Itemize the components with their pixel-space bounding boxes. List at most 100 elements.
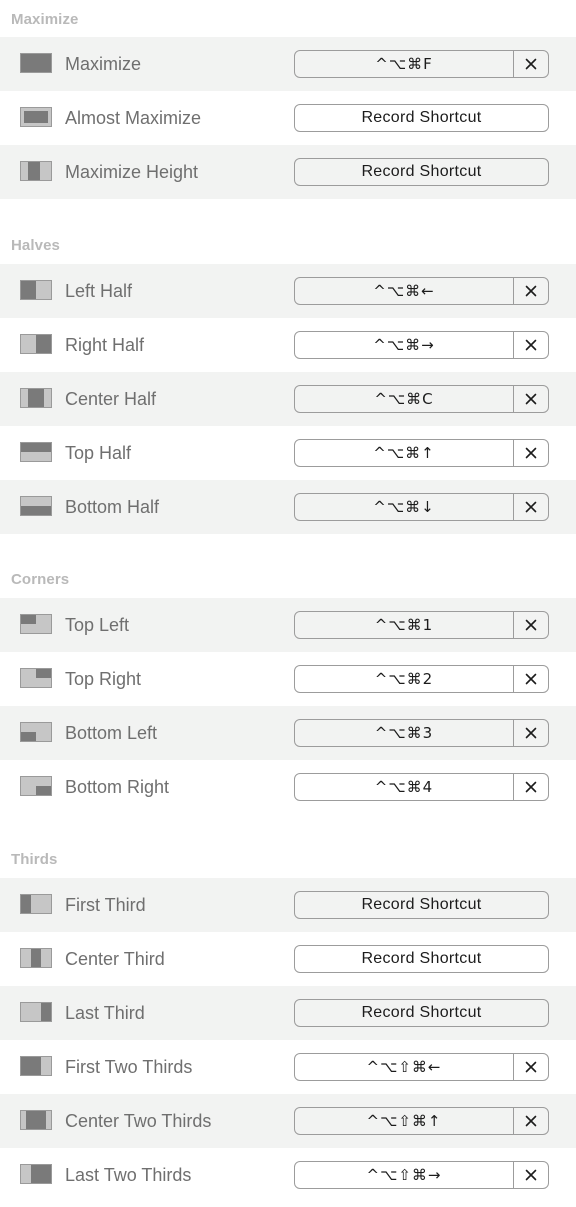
shortcut-value: ^⌥⌘4: [374, 778, 434, 796]
shortcut-value: ^⌥⌘1: [374, 616, 434, 634]
center-third-icon: [20, 948, 52, 970]
row-maximize: Maximize ^⌥⌘F: [0, 37, 576, 91]
shortcut-value: Record Shortcut: [361, 163, 482, 180]
close-icon[interactable]: [513, 1162, 548, 1188]
bottom-right-icon: [20, 776, 52, 798]
row-center-third: Center Third Record Shortcut: [0, 932, 576, 986]
row-center-half: Center Half ^⌥⌘C: [0, 372, 576, 426]
bottom-left-icon: [20, 722, 52, 744]
shortcut-value: ^⌥⇧⌘←: [366, 1058, 442, 1076]
row-first-two-thirds: First Two Thirds ^⌥⇧⌘←: [0, 1040, 576, 1094]
shortcut-value: Record Shortcut: [361, 109, 482, 126]
shortcut-recorder[interactable]: Record Shortcut: [294, 891, 549, 919]
row-label: Center Third: [65, 949, 165, 969]
shortcut-preferences-list: Maximize Maximize ^⌥⌘F Almost Maximize Rec…: [0, 0, 576, 1207]
row-label: Maximize Height: [65, 162, 199, 182]
right-half-icon: [20, 334, 52, 356]
close-icon[interactable]: [513, 440, 548, 466]
last-third-icon: [20, 1002, 52, 1024]
shortcut-recorder[interactable]: ^⌥⌘1: [294, 611, 549, 639]
row-top-left: Top Left ^⌥⌘1: [0, 598, 576, 652]
row-center-two-thirds: Center Two Thirds ^⌥⇧⌘↑: [0, 1094, 576, 1148]
close-icon[interactable]: [513, 720, 548, 746]
bottom-half-icon: [20, 496, 52, 518]
shortcut-recorder[interactable]: ^⌥⌘4: [294, 773, 549, 801]
row-right-half: Right Half ^⌥⌘→: [0, 318, 576, 372]
shortcut-value: ^⌥⇧⌘→: [366, 1166, 442, 1184]
row-label: First Third: [65, 895, 146, 915]
row-almost-maximize: Almost Maximize Record Shortcut: [0, 91, 576, 145]
row-last-third: Last Third Record Shortcut: [0, 986, 576, 1040]
shortcut-recorder[interactable]: Record Shortcut: [294, 945, 549, 973]
close-icon[interactable]: [513, 612, 548, 638]
row-first-third: First Third Record Shortcut: [0, 878, 576, 932]
shortcut-value: ^⌥⌘→: [373, 336, 435, 354]
section-header-maximize: Maximize: [11, 11, 79, 28]
row-label: Bottom Half: [65, 497, 160, 517]
top-half-icon: [20, 442, 52, 464]
close-icon[interactable]: [513, 51, 548, 77]
row-label: Center Half: [65, 389, 157, 409]
row-label: Maximize: [65, 54, 142, 74]
row-label: Top Right: [65, 669, 142, 689]
row-label: Center Two Thirds: [65, 1111, 212, 1131]
last-two-thirds-icon: [20, 1164, 52, 1186]
shortcut-recorder[interactable]: Record Shortcut: [294, 158, 549, 186]
shortcut-value: ^⌥⌘←: [373, 282, 435, 300]
row-label: Top Half: [65, 443, 132, 463]
maximize-icon: [20, 53, 52, 75]
close-icon[interactable]: [513, 774, 548, 800]
row-bottom-left: Bottom Left ^⌥⌘3: [0, 706, 576, 760]
shortcut-recorder[interactable]: ^⌥⌘→: [294, 331, 549, 359]
row-label: Last Two Thirds: [65, 1165, 192, 1185]
close-icon[interactable]: [513, 1054, 548, 1080]
shortcut-recorder[interactable]: ^⌥⌘←: [294, 277, 549, 305]
row-label: Almost Maximize: [65, 108, 202, 128]
row-top-half: Top Half ^⌥⌘↑: [0, 426, 576, 480]
almost-maximize-icon: [20, 107, 52, 129]
shortcut-recorder[interactable]: ^⌥⌘↑: [294, 439, 549, 467]
top-right-icon: [20, 668, 52, 690]
shortcut-recorder[interactable]: Record Shortcut: [294, 999, 549, 1027]
row-top-right: Top Right ^⌥⌘2: [0, 652, 576, 706]
shortcut-recorder[interactable]: ^⌥⇧⌘←: [294, 1053, 549, 1081]
shortcut-value: ^⌥⌘↓: [373, 498, 435, 516]
shortcut-value: Record Shortcut: [361, 950, 482, 967]
close-icon[interactable]: [513, 386, 548, 412]
shortcut-value: ^⌥⌘2: [374, 670, 434, 688]
row-label: Top Left: [65, 615, 130, 635]
close-icon[interactable]: [513, 278, 548, 304]
shortcut-value: ^⌥⌘↑: [373, 444, 435, 462]
first-two-thirds-icon: [20, 1056, 52, 1078]
close-icon[interactable]: [513, 494, 548, 520]
shortcut-value: Record Shortcut: [361, 896, 482, 913]
shortcut-recorder[interactable]: ^⌥⌘2: [294, 665, 549, 693]
row-maximize-height: Maximize Height Record Shortcut: [0, 145, 576, 199]
section-header-halves: Halves: [11, 237, 60, 254]
shortcut-recorder[interactable]: ^⌥⌘3: [294, 719, 549, 747]
row-bottom-right: Bottom Right ^⌥⌘4: [0, 760, 576, 814]
shortcut-value: ^⌥⇧⌘↑: [366, 1112, 442, 1130]
shortcut-recorder[interactable]: ^⌥⌘F: [294, 50, 549, 78]
row-label: Right Half: [65, 335, 145, 355]
maximize-height-icon: [20, 161, 52, 183]
shortcut-recorder[interactable]: ^⌥⌘C: [294, 385, 549, 413]
shortcut-value: ^⌥⌘F: [375, 55, 433, 73]
row-label: Left Half: [65, 281, 133, 301]
top-left-icon: [20, 614, 52, 636]
shortcut-recorder[interactable]: Record Shortcut: [294, 104, 549, 132]
center-half-icon: [20, 388, 52, 410]
close-icon[interactable]: [513, 332, 548, 358]
shortcut-recorder[interactable]: ^⌥⌘↓: [294, 493, 549, 521]
row-last-two-thirds: Last Two Thirds ^⌥⇧⌘→: [0, 1148, 576, 1202]
close-icon[interactable]: [513, 666, 548, 692]
row-bottom-half: Bottom Half ^⌥⌘↓: [0, 480, 576, 534]
row-label: Bottom Right: [65, 777, 170, 797]
row-label: Bottom Left: [65, 723, 158, 743]
section-header-thirds: Thirds: [11, 851, 58, 868]
shortcut-recorder[interactable]: ^⌥⇧⌘↑: [294, 1107, 549, 1135]
close-icon[interactable]: [513, 1108, 548, 1134]
shortcut-recorder[interactable]: ^⌥⇧⌘→: [294, 1161, 549, 1189]
shortcut-value: ^⌥⌘3: [374, 724, 434, 742]
shortcut-value: ^⌥⌘C: [374, 390, 434, 408]
